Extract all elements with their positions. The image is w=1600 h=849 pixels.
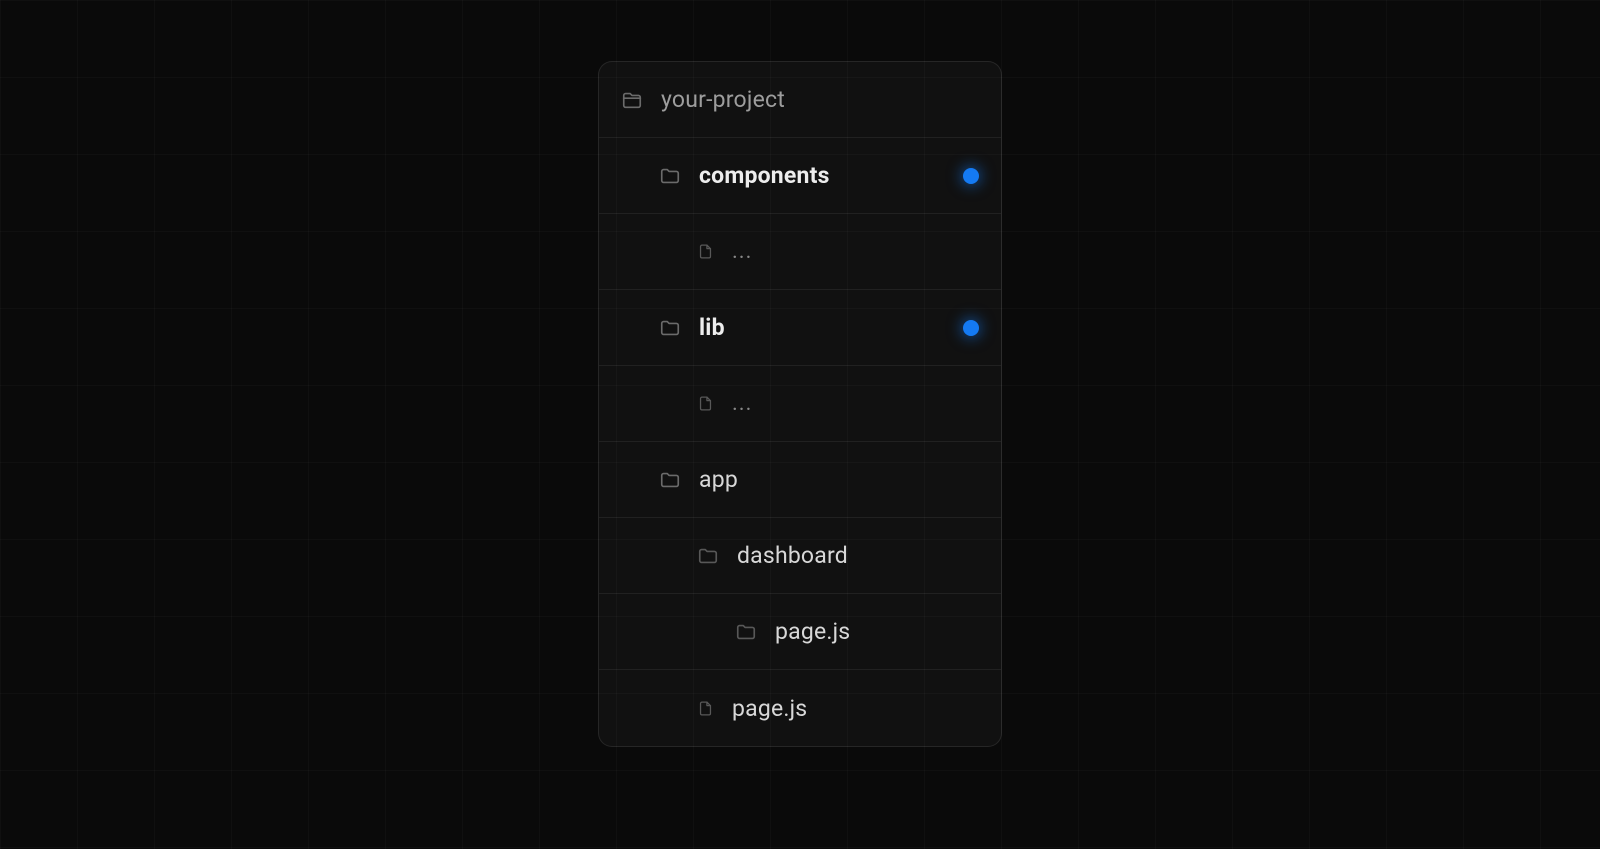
highlight-dot-icon <box>963 168 979 184</box>
tree-row-root[interactable]: your-project <box>599 62 1001 138</box>
tree-row-components-children[interactable]: ... <box>599 214 1001 290</box>
folder-icon <box>659 317 681 339</box>
tree-row-label: ... <box>732 391 752 416</box>
tree-row-label: your-project <box>661 86 785 113</box>
file-tree-panel: your-project components ... <box>598 61 1002 747</box>
tree-row-label: app <box>699 466 738 493</box>
file-icon <box>697 700 714 717</box>
file-icon <box>697 243 714 260</box>
tree-row-dashboard-page[interactable]: page.js <box>599 594 1001 670</box>
folder-icon <box>697 545 719 567</box>
tree-row-lib-children[interactable]: ... <box>599 366 1001 442</box>
folder-icon <box>659 469 681 491</box>
tree-row-lib[interactable]: lib <box>599 290 1001 366</box>
tree-row-label: dashboard <box>737 542 848 569</box>
folder-icon <box>735 621 757 643</box>
folder-icon <box>659 165 681 187</box>
tree-row-app[interactable]: app <box>599 442 1001 518</box>
tree-row-label: components <box>699 162 830 189</box>
highlight-dot-icon <box>963 320 979 336</box>
tree-row-app-page[interactable]: page.js <box>599 670 1001 746</box>
tree-row-label: lib <box>699 314 725 341</box>
tree-row-label: ... <box>732 239 752 264</box>
file-icon <box>697 395 714 412</box>
tree-row-label: page.js <box>775 618 850 645</box>
folder-open-icon <box>621 89 643 111</box>
tree-row-dashboard[interactable]: dashboard <box>599 518 1001 594</box>
tree-row-label: page.js <box>732 695 807 722</box>
tree-row-components[interactable]: components <box>599 138 1001 214</box>
